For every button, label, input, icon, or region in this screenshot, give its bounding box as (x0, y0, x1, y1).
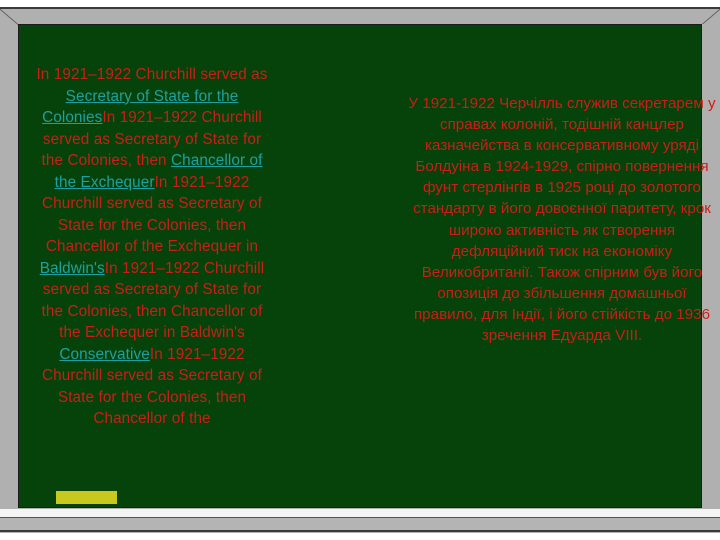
text-segment: In 1921–1922 Churchill served as (36, 66, 268, 83)
frame-bottom-line (0, 530, 720, 532)
frame-bevel-top-left (0, 9, 20, 26)
chalk-ledge (0, 509, 720, 518)
link-conservative[interactable]: Conservative (59, 346, 149, 363)
chalk-piece (56, 491, 117, 504)
english-text-block: In 1921–1922 Churchill served as Secreta… (36, 64, 268, 430)
frame-bottom (0, 518, 720, 530)
link-baldwins[interactable]: Baldwin's (40, 260, 105, 277)
ukrainian-text-block: У 1921-1922 Черчілль служив секретарем у… (408, 95, 716, 345)
